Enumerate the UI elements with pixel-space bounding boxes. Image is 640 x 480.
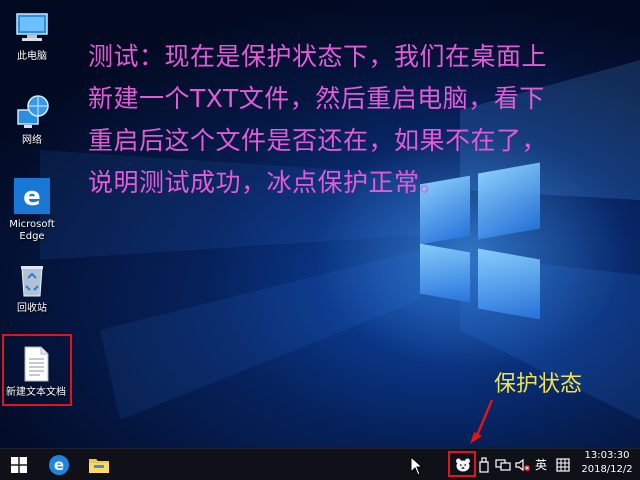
- annotation-line: 说明测试成功，冰点保护正常。: [88, 168, 446, 197]
- svg-text:e: e: [54, 456, 64, 474]
- desktop-icon-edge[interactable]: e Microsoft Edge: [4, 176, 60, 243]
- desktop-icon-label: 回收站: [17, 303, 47, 314]
- clock-date: 2018/12/2: [581, 464, 633, 475]
- start-button[interactable]: [0, 449, 38, 480]
- wallpaper-window-pane: [478, 248, 540, 320]
- tray-ime-mode[interactable]: [554, 449, 572, 480]
- taskbar-edge-button[interactable]: e: [40, 449, 78, 480]
- desktop-icon-network[interactable]: 网络: [4, 92, 60, 147]
- network-icon: [12, 92, 52, 132]
- tray-highlight-box: [448, 451, 476, 477]
- desktop-icon-recycle-bin[interactable]: 回收站: [4, 260, 60, 315]
- computer-icon: [12, 8, 52, 48]
- recycle-bin-icon: [12, 260, 52, 300]
- desktop-icon-label: 网络: [22, 135, 42, 146]
- file-highlight-box: [2, 334, 72, 406]
- tray-ime-language[interactable]: 英: [532, 449, 550, 480]
- svg-text:e: e: [23, 182, 41, 212]
- file-explorer-icon: [89, 458, 109, 473]
- ime-mode-icon: [556, 457, 570, 472]
- annotation-line: 重启后这个文件是否还在，如果不在了，: [88, 126, 548, 155]
- tray-volume[interactable]: [514, 449, 532, 480]
- desktop-icon-this-pc[interactable]: 此电脑: [4, 8, 60, 63]
- usb-drive-icon: [479, 456, 489, 473]
- taskbar: e 英: [0, 448, 640, 480]
- status-label: 保护状态: [494, 372, 583, 397]
- ime-language-label: 英: [534, 458, 547, 472]
- wallpaper-window-pane: [420, 243, 470, 303]
- volume-muted-icon: [515, 458, 530, 471]
- desktop: 此电脑 网络 e Microsoft Edge 回收站 新建文本文档 测试：现在…: [0, 0, 640, 448]
- annotation-line: 测试：现在是保护状态下，我们在桌面上: [88, 42, 548, 71]
- tray-usb[interactable]: [476, 449, 492, 480]
- desktop-icon-label: Edge: [19, 231, 45, 242]
- clock-time: 13:03:30: [584, 450, 630, 461]
- network-tray-icon: [495, 458, 511, 471]
- mouse-cursor-icon: [410, 456, 424, 476]
- annotation-line: 新建一个TXT文件，然后重启电脑，看下: [88, 84, 545, 113]
- edge-icon: e: [12, 176, 52, 216]
- annotation-text: 测试：现在是保护状态下，我们在桌面上 新建一个TXT文件，然后重启电脑，看下 重…: [88, 36, 618, 204]
- taskbar-file-explorer-button[interactable]: [80, 449, 118, 480]
- tray-network[interactable]: [494, 449, 512, 480]
- windows-start-icon: [11, 456, 27, 473]
- desktop-icon-label: 此电脑: [17, 51, 47, 62]
- edge-icon: e: [49, 454, 69, 475]
- desktop-icon-label: Microsoft: [9, 219, 55, 230]
- annotation-arrow-icon: [470, 399, 494, 444]
- taskbar-clock[interactable]: 13:03:30 2018/12/2: [576, 449, 638, 477]
